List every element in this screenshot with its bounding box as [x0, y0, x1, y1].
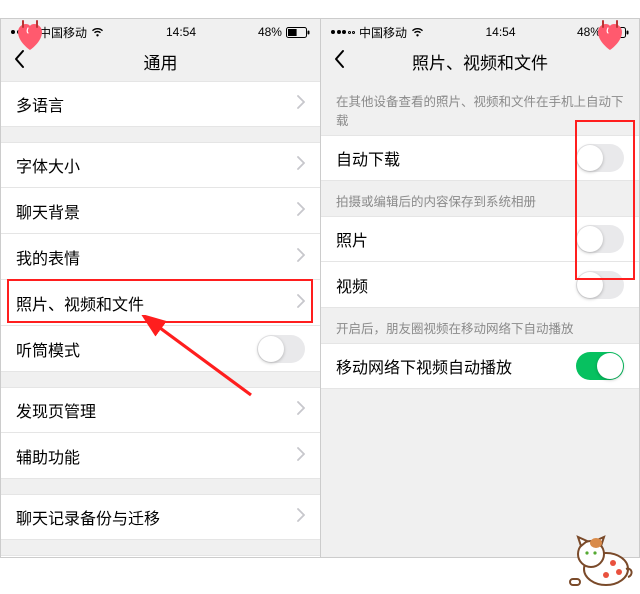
switch-auto-download[interactable] [576, 144, 624, 172]
back-button[interactable] [333, 49, 345, 73]
section-header: 开启后，朋友圈视频在移动网络下自动播放 [321, 308, 639, 343]
decorative-heart-right [592, 18, 628, 54]
status-time: 14:54 [166, 25, 196, 39]
chevron-right-icon [297, 447, 305, 465]
row-label: 移动网络下视频自动播放 [336, 354, 512, 378]
switch-save-videos[interactable] [576, 271, 624, 299]
row-save-photos[interactable]: 照片 [321, 216, 639, 262]
decorative-cat [556, 519, 636, 589]
wifi-icon [411, 27, 424, 37]
chevron-right-icon [297, 248, 305, 266]
row-storage[interactable]: 存储空间 [1, 555, 320, 557]
row-label: 听筒模式 [16, 337, 80, 361]
switch-earpiece[interactable] [257, 335, 305, 363]
row-accessibility[interactable]: 辅助功能 [1, 433, 320, 479]
status-bar: 中国移动 14:54 48% [1, 19, 320, 41]
switch-save-photos[interactable] [576, 225, 624, 253]
wifi-icon [91, 27, 104, 37]
battery-icon [286, 27, 310, 38]
row-earpiece-mode[interactable]: 听筒模式 [1, 326, 320, 372]
row-label: 自动下载 [336, 146, 400, 170]
row-autoplay[interactable]: 移动网络下视频自动播放 [321, 343, 639, 389]
row-label: 聊天背景 [16, 199, 80, 223]
chevron-right-icon [297, 401, 305, 419]
media-settings-list: 在其他设备查看的照片、视频和文件在手机上自动下载 自动下载 拍摄或编辑后的内容保… [321, 81, 639, 557]
nav-bar: 通用 [1, 41, 320, 81]
row-auto-download[interactable]: 自动下载 [321, 135, 639, 181]
row-stickers[interactable]: 我的表情 [1, 234, 320, 280]
battery-label: 48% [258, 25, 282, 39]
chevron-right-icon [297, 508, 305, 526]
settings-list: 多语言 字体大小 聊天背景 我的表情 照片、视频和文件 听筒模式 [1, 81, 320, 557]
row-label: 多语言 [16, 92, 64, 116]
page-title: 通用 [144, 49, 178, 74]
decorative-heart-left [12, 18, 48, 54]
signal-icon [331, 30, 355, 34]
page-title: 照片、视频和文件 [412, 49, 548, 74]
row-label: 照片、视频和文件 [16, 291, 144, 315]
row-label: 聊天记录备份与迁移 [16, 505, 160, 529]
screen-media-settings: 中国移动 14:54 48% 照片、视频和文件 在其他设备查看的照片、视频和文件… [320, 19, 639, 557]
chevron-right-icon [297, 202, 305, 220]
row-label: 发现页管理 [16, 398, 96, 422]
row-label: 照片 [336, 227, 368, 251]
chevron-right-icon [297, 156, 305, 174]
row-label: 字体大小 [16, 153, 80, 177]
chevron-right-icon [297, 95, 305, 113]
row-multilanguage[interactable]: 多语言 [1, 81, 320, 127]
section-header: 在其他设备查看的照片、视频和文件在手机上自动下载 [321, 81, 639, 135]
row-chat-background[interactable]: 聊天背景 [1, 188, 320, 234]
row-label: 辅助功能 [16, 444, 80, 468]
section-header: 拍摄或编辑后的内容保存到系统相册 [321, 181, 639, 216]
screen-general-settings: 中国移动 14:54 48% 通用 多语言 [1, 19, 320, 557]
status-time: 14:54 [485, 25, 515, 39]
row-label: 视频 [336, 273, 368, 297]
row-media-files[interactable]: 照片、视频和文件 [1, 280, 320, 326]
switch-autoplay[interactable] [576, 352, 624, 380]
row-discover[interactable]: 发现页管理 [1, 387, 320, 433]
row-save-videos[interactable]: 视频 [321, 262, 639, 308]
carrier-label: 中国移动 [359, 24, 407, 41]
row-chat-backup[interactable]: 聊天记录备份与迁移 [1, 494, 320, 540]
chevron-right-icon [297, 294, 305, 312]
row-font-size[interactable]: 字体大小 [1, 142, 320, 188]
row-label: 我的表情 [16, 245, 80, 269]
